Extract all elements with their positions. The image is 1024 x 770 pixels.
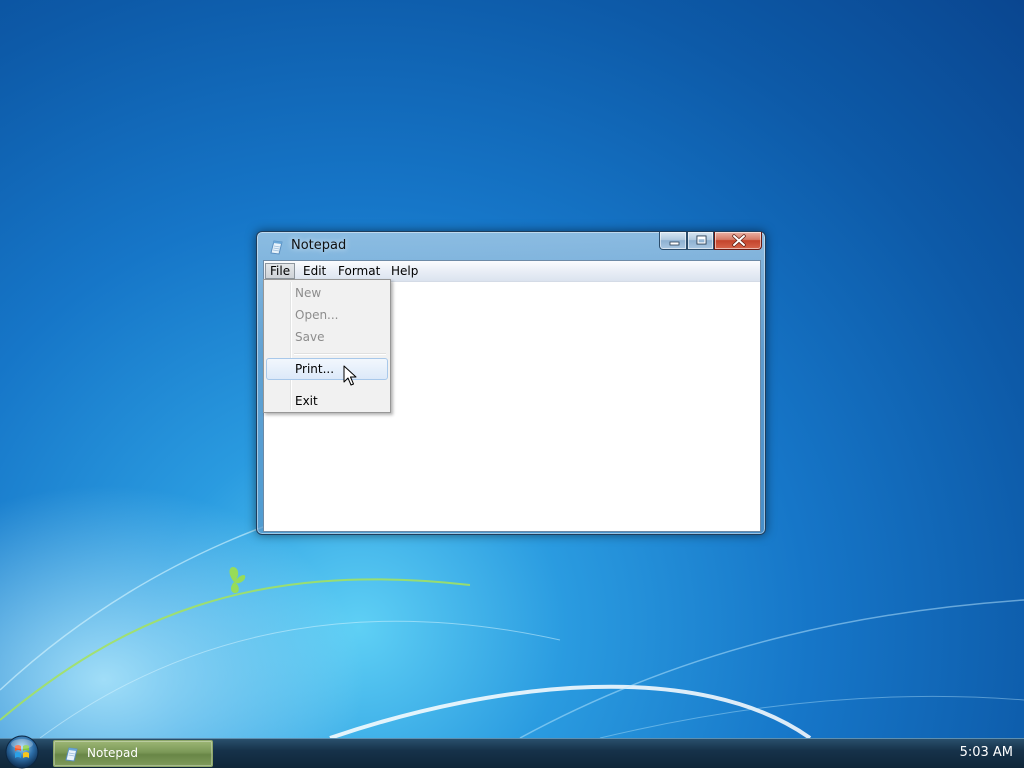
menu-item-label: Save xyxy=(295,330,325,344)
windows-orb-icon[interactable] xyxy=(2,734,42,770)
menu-item-label: New xyxy=(295,286,322,300)
taskbar-button-label: Notepad xyxy=(87,746,138,760)
menu-help[interactable]: Help xyxy=(387,263,422,279)
menu-item-exit[interactable]: Exit xyxy=(266,390,388,412)
menu-edit[interactable]: Edit xyxy=(299,263,330,279)
maximize-icon xyxy=(696,235,707,245)
notepad-icon xyxy=(65,747,78,762)
taskbar-button-notepad[interactable]: Notepad xyxy=(53,740,213,767)
menu-separator xyxy=(294,353,386,355)
title-bar[interactable]: Notepad xyxy=(257,232,765,260)
menu-format[interactable]: Format xyxy=(334,263,384,279)
maximize-button[interactable] xyxy=(687,232,714,250)
menu-item-print[interactable]: Print... xyxy=(266,358,388,380)
menu-item-label: Exit xyxy=(295,394,318,408)
menu-item-open[interactable]: Open... xyxy=(266,304,388,326)
close-button[interactable] xyxy=(714,232,762,250)
menu-item-label: Print... xyxy=(295,362,335,376)
taskbar: Notepad 5:03 AM xyxy=(0,735,1024,769)
notepad-icon xyxy=(270,240,283,255)
system-clock[interactable]: 5:03 AM xyxy=(960,745,1013,760)
minimize-icon xyxy=(669,241,680,246)
menu-file[interactable]: File xyxy=(265,263,296,279)
mouse-pointer-icon xyxy=(343,365,357,386)
file-dropdown-menu: New Open... Save Print... Exit xyxy=(263,279,391,413)
menu-item-label: Open... xyxy=(295,308,339,322)
minimize-button[interactable] xyxy=(659,232,687,250)
close-icon xyxy=(732,234,746,247)
menu-item-new[interactable]: New xyxy=(266,282,388,304)
window-title: Notepad xyxy=(291,238,347,253)
menu-item-save[interactable]: Save xyxy=(266,326,388,348)
